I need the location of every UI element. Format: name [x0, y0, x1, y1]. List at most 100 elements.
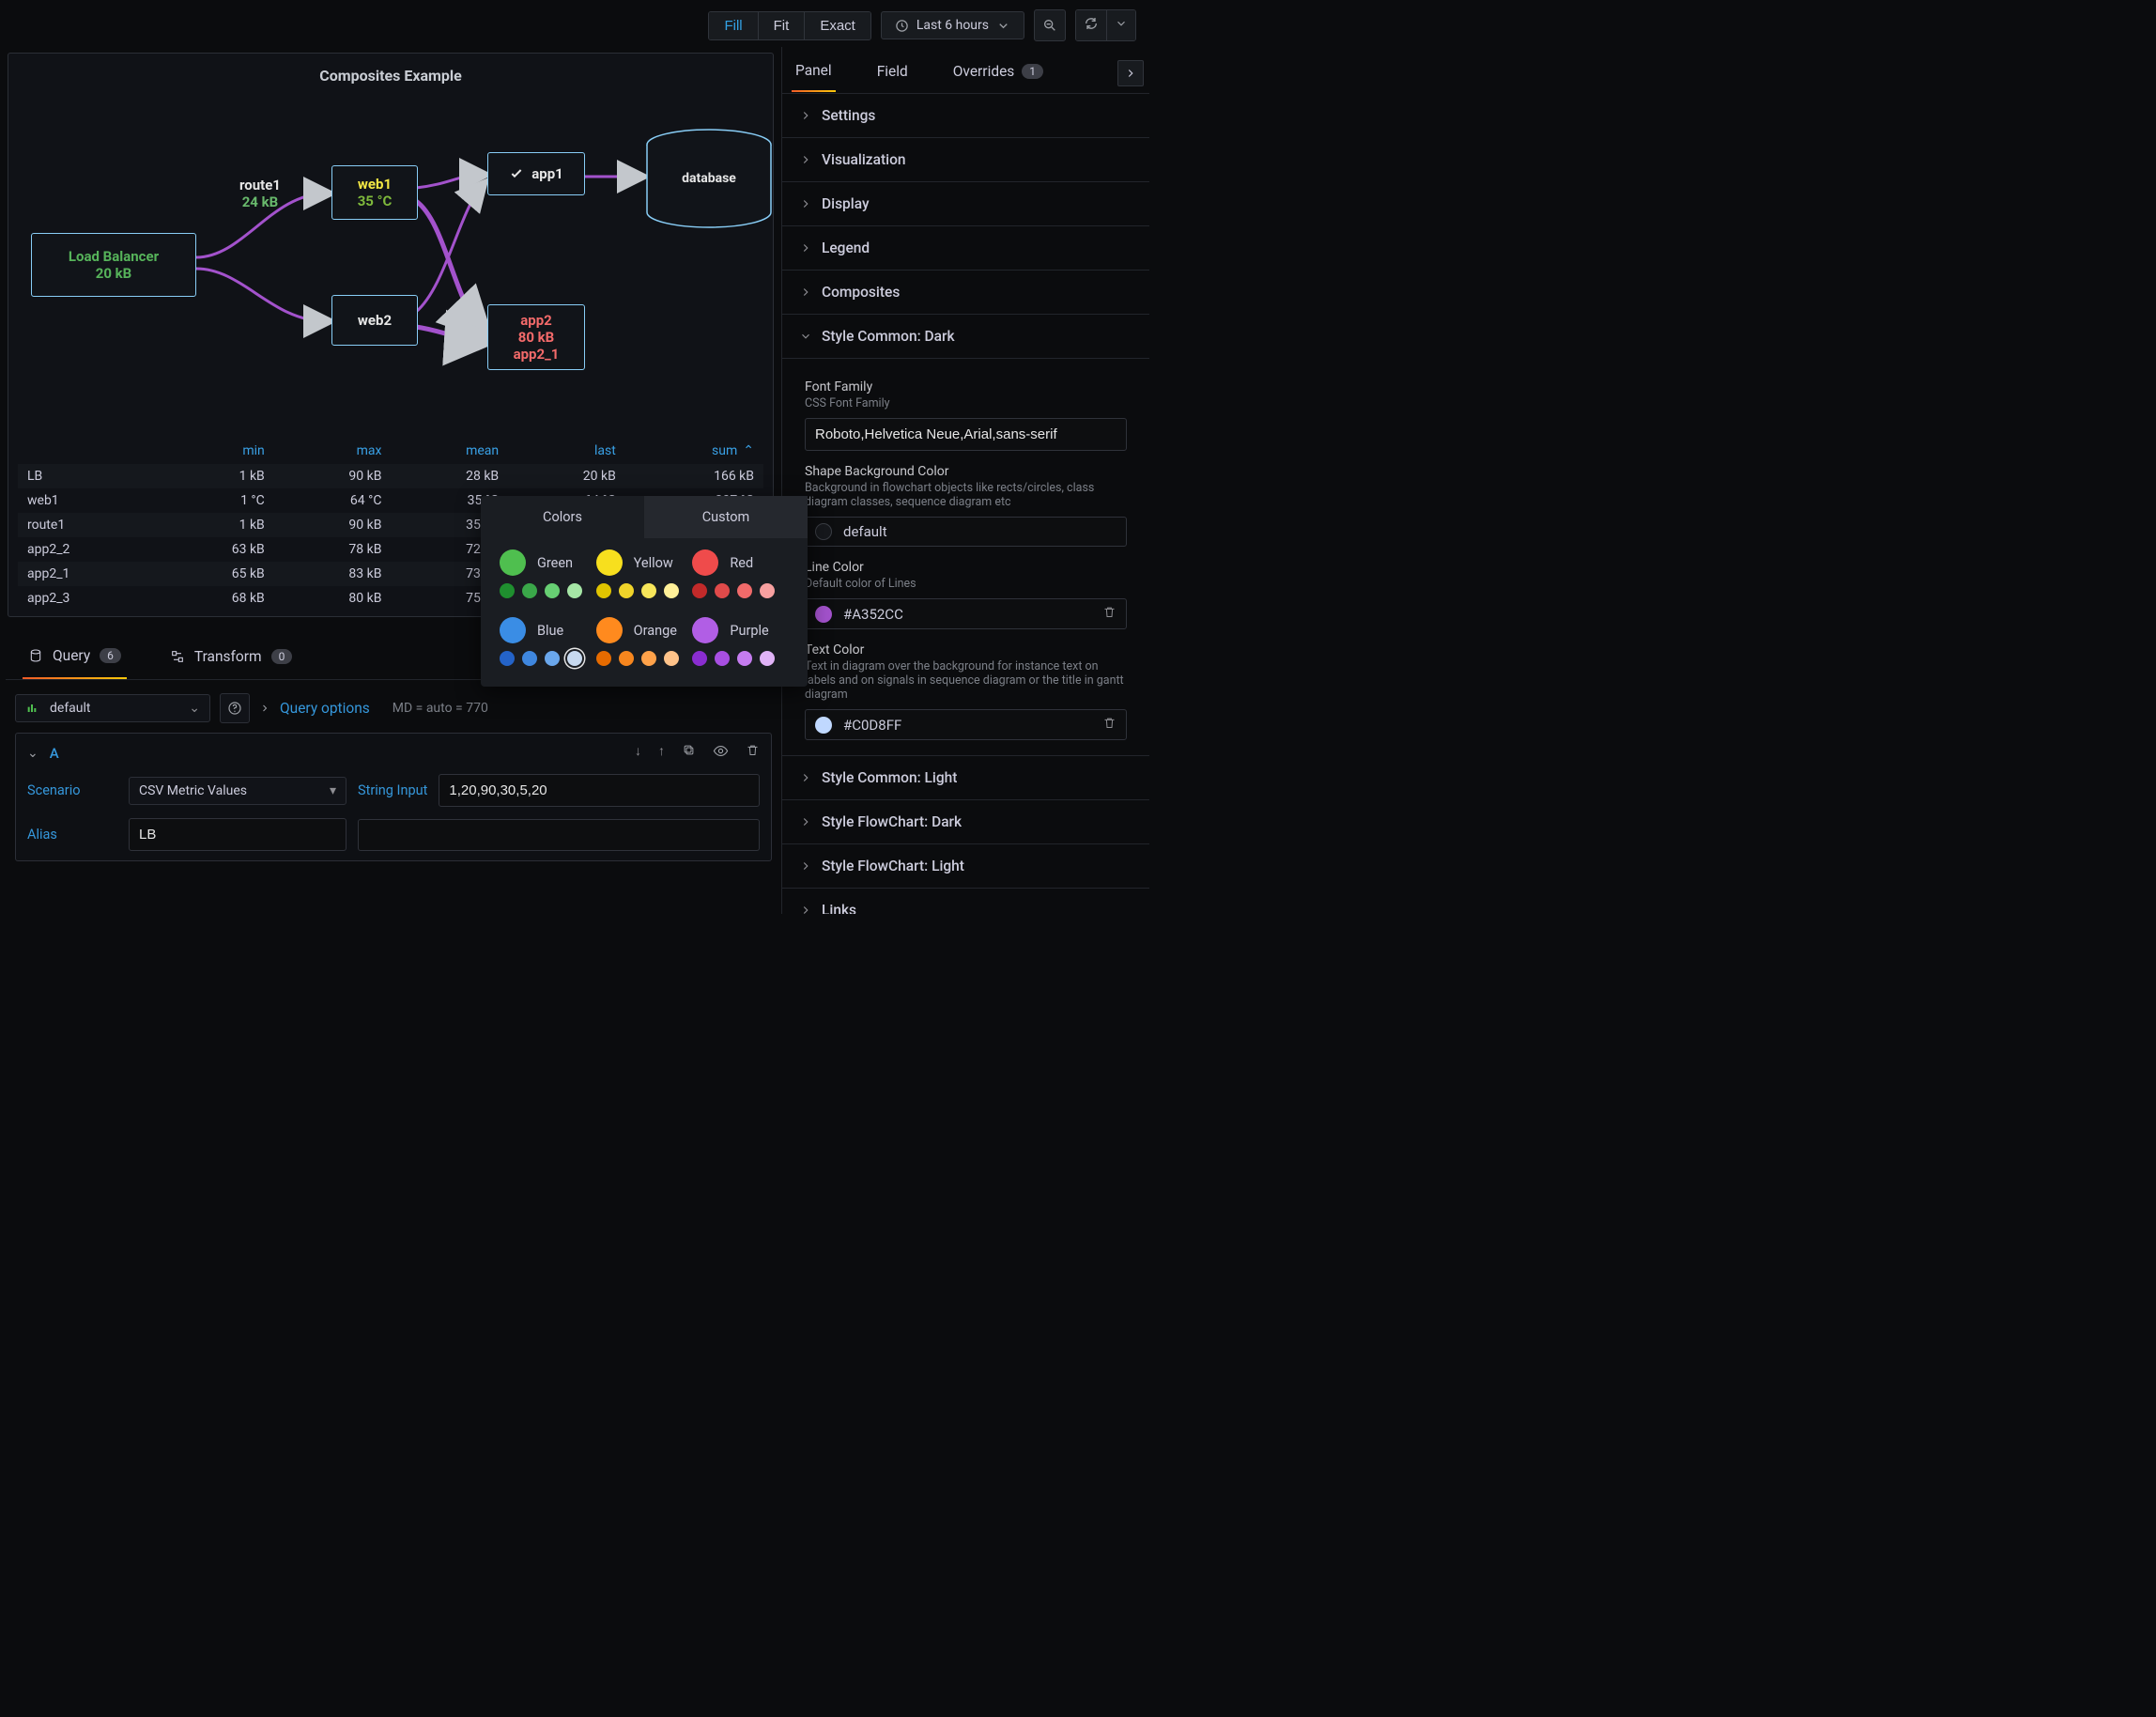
color-shade[interactable]	[596, 651, 611, 666]
stats-header[interactable]: mean	[391, 438, 508, 464]
node-database[interactable]: database	[643, 128, 775, 240]
color-shade[interactable]	[760, 651, 775, 666]
section-settings[interactable]: Settings	[782, 94, 1149, 138]
color-shade[interactable]	[664, 583, 679, 598]
eye-icon	[713, 743, 729, 759]
color-shade[interactable]	[522, 651, 537, 666]
font-family-input[interactable]	[805, 418, 1127, 451]
color-dot-icon	[596, 617, 623, 643]
diagram-canvas[interactable]: route1 24 kB Load Balancer 20 kB web1 35…	[18, 90, 763, 428]
collapse-query-button[interactable]: ⌄	[27, 746, 38, 761]
stats-header[interactable]: min	[157, 438, 274, 464]
tab-query[interactable]: Query 6	[23, 632, 127, 679]
table-cell: 1 °C	[157, 488, 274, 513]
color-shade[interactable]	[619, 651, 634, 666]
zoom-out-button[interactable]	[1034, 9, 1066, 41]
table-row[interactable]: LB1 kB90 kB28 kB20 kB166 kB	[18, 464, 763, 488]
query-options-toggle[interactable]: Query options	[280, 700, 370, 717]
color-shade[interactable]	[500, 651, 515, 666]
color-yellow[interactable]: Yellow	[596, 549, 693, 576]
color-tab-colors[interactable]: Colors	[481, 496, 644, 538]
table-cell: 1 kB	[157, 513, 274, 537]
tab-transform[interactable]: Transform 0	[164, 632, 298, 679]
scenario-select[interactable]: CSV Metric Values ▾	[129, 777, 346, 805]
section-legend[interactable]: Legend	[782, 226, 1149, 271]
color-shade[interactable]	[596, 583, 611, 598]
toggle-visibility-button[interactable]	[713, 743, 729, 763]
shade-group	[500, 651, 596, 666]
section-visualization[interactable]: Visualization	[782, 138, 1149, 182]
collapse-sidebar-button[interactable]	[1117, 60, 1144, 86]
stats-header[interactable]: max	[274, 438, 392, 464]
stats-header[interactable]: sum⌃	[625, 438, 763, 464]
section-composites[interactable]: Composites	[782, 271, 1149, 315]
shape-bg-hint: Background in flowchart objects like rec…	[805, 481, 1127, 509]
refresh-interval-button[interactable]	[1107, 10, 1135, 40]
color-shade[interactable]	[760, 583, 775, 598]
line-color-clear-button[interactable]	[1102, 605, 1116, 623]
color-purple[interactable]: Purple	[692, 617, 789, 643]
duplicate-button[interactable]	[682, 743, 696, 763]
section-links[interactable]: Links	[782, 889, 1149, 914]
string-input-field[interactable]	[439, 774, 760, 807]
color-dot-icon	[692, 617, 718, 643]
node-load-balancer[interactable]: Load Balancer 20 kB	[31, 233, 196, 297]
color-shade[interactable]	[500, 583, 515, 598]
color-tab-custom[interactable]: Custom	[644, 496, 808, 538]
move-up-button[interactable]: ↑	[658, 743, 665, 763]
section-display[interactable]: Display	[782, 182, 1149, 226]
color-shade[interactable]	[567, 651, 582, 666]
node-web1[interactable]: web1 35 °C	[331, 165, 418, 220]
tab-field[interactable]: Field	[873, 50, 912, 91]
line-color-picker[interactable]: #A352CC	[805, 598, 1127, 629]
color-shade[interactable]	[545, 651, 560, 666]
node-web2[interactable]: web2	[331, 295, 418, 346]
stats-header[interactable]: last	[508, 438, 625, 464]
section-style-flow-light[interactable]: Style FlowChart: Light	[782, 844, 1149, 889]
color-shade[interactable]	[692, 583, 707, 598]
datasource-help-button[interactable]	[220, 693, 250, 723]
color-shade[interactable]	[545, 583, 560, 598]
color-shade[interactable]	[737, 583, 752, 598]
color-shade[interactable]	[619, 583, 634, 598]
node-app2[interactable]: app2 80 kB app2_1	[487, 304, 585, 370]
delete-query-button[interactable]	[746, 743, 760, 763]
section-style-dark[interactable]: Style Common: Dark	[782, 315, 1149, 359]
node-app1[interactable]: app1	[487, 152, 585, 195]
alias-field[interactable]	[129, 818, 346, 851]
color-shade[interactable]	[664, 651, 679, 666]
chevron-right-icon	[799, 286, 812, 299]
section-style-flow-dark[interactable]: Style FlowChart: Dark	[782, 800, 1149, 844]
tab-overrides[interactable]: Overrides 1	[949, 50, 1047, 91]
color-shade[interactable]	[567, 583, 582, 598]
text-color-clear-button[interactable]	[1102, 716, 1116, 734]
panel-title: Composites Example	[18, 67, 763, 85]
color-shade[interactable]	[641, 583, 656, 598]
datasource-select[interactable]: default ⌄	[15, 694, 210, 722]
move-down-button[interactable]: ↓	[635, 743, 641, 763]
color-shade[interactable]	[692, 651, 707, 666]
color-shade[interactable]	[715, 651, 730, 666]
shape-bg-picker[interactable]: default	[805, 517, 1127, 547]
table-cell: 63 kB	[157, 537, 274, 562]
exact-button[interactable]: Exact	[805, 12, 870, 39]
color-green[interactable]: Green	[500, 549, 596, 576]
fit-button[interactable]: Fit	[759, 12, 806, 39]
color-orange[interactable]: Orange	[596, 617, 693, 643]
section-style-light[interactable]: Style Common: Light	[782, 756, 1149, 800]
color-shade[interactable]	[715, 583, 730, 598]
stats-header[interactable]	[18, 438, 157, 464]
line-color-swatch	[815, 606, 832, 623]
refresh-button[interactable]	[1076, 10, 1107, 40]
color-red[interactable]: Red	[692, 549, 789, 576]
time-range-picker[interactable]: Last 6 hours	[881, 11, 1024, 39]
color-shade[interactable]	[522, 583, 537, 598]
text-color-picker[interactable]: #C0D8FF	[805, 709, 1127, 740]
color-blue[interactable]: Blue	[500, 617, 596, 643]
fill-button[interactable]: Fill	[709, 12, 758, 39]
color-shade[interactable]	[737, 651, 752, 666]
tab-panel[interactable]: Panel	[792, 49, 836, 92]
shade-group	[692, 651, 789, 666]
sort-indicator-icon: ⌃	[743, 443, 754, 458]
color-shade[interactable]	[641, 651, 656, 666]
